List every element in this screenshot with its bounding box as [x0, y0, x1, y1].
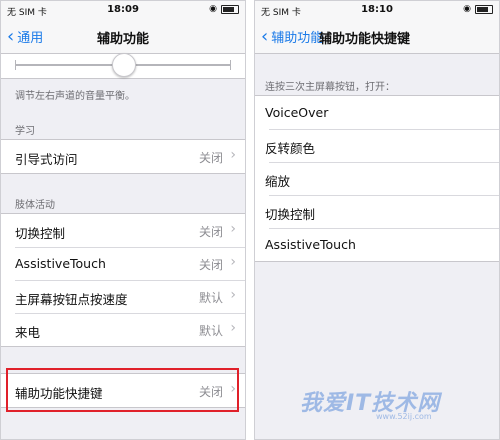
row-label: AssistiveTouch — [15, 256, 106, 271]
option-label: VoiceOver — [265, 105, 329, 120]
shortcut-options-list: VoiceOver 反转颜色 缩放 切换控制 AssistiveTouch — [255, 95, 499, 262]
navigation-bar: ‹ 辅助功能 辅助功能快捷键 — [255, 19, 499, 54]
row-label: 引导式访问 — [15, 152, 78, 167]
accessibility-shortcut-row[interactable]: 辅助功能快捷键 关闭 › — [1, 374, 245, 407]
shortcut-options-header: 连按三次主屏幕按钮，打开： — [265, 82, 395, 93]
status-bar: 无 SIM 卡 18:10 ◉ — [255, 1, 499, 19]
chevron-right-icon: › — [230, 381, 236, 397]
battery-icon — [221, 4, 239, 14]
incoming-call-row[interactable]: 来电 默认 › — [1, 313, 245, 346]
status-bar: 无 SIM 卡 18:09 ◉ — [1, 1, 245, 19]
chevron-right-icon: › — [230, 287, 236, 303]
guided-access-row[interactable]: 引导式访问 关闭 › — [1, 140, 245, 173]
shortcut-group: 辅助功能快捷键 关闭 › — [1, 373, 245, 408]
page-title: 辅助功能快捷键 — [319, 32, 411, 47]
row-label: 来电 — [15, 325, 41, 340]
balance-slider[interactable] — [1, 53, 245, 79]
back-label: 辅助功能 — [271, 31, 324, 46]
lock-rotation-icon: ◉ — [463, 4, 471, 14]
right-screen: 无 SIM 卡 18:10 ◉ ‹ 辅助功能 辅助功能快捷键 连按三次主屏幕按钮… — [254, 0, 500, 440]
row-value: 关闭 — [198, 151, 223, 165]
option-switch-control[interactable]: 切换控制 — [255, 195, 499, 228]
slider-left-tick — [15, 60, 16, 70]
option-zoom[interactable]: 缩放 — [255, 162, 499, 195]
interaction-group: 切换控制 关闭 › AssistiveTouch 关闭 › 主屏幕按钮点按速度 … — [1, 213, 245, 347]
back-button[interactable]: ‹ 辅助功能 — [261, 26, 324, 47]
section-header-interaction: 肢体活动 — [15, 200, 55, 211]
chevron-left-icon: ‹ — [261, 26, 269, 47]
chevron-right-icon: › — [230, 221, 236, 237]
option-invert-colors[interactable]: 反转颜色 — [255, 129, 499, 162]
row-label: 辅助功能快捷键 — [15, 386, 103, 401]
chevron-right-icon: › — [230, 254, 236, 270]
switch-control-row[interactable]: 切换控制 关闭 › — [1, 214, 245, 247]
option-label: AssistiveTouch — [265, 237, 356, 252]
row-value: 默认 — [198, 324, 223, 338]
row-value: 默认 — [198, 291, 223, 305]
row-value: 关闭 — [198, 385, 223, 399]
row-label: 切换控制 — [15, 226, 66, 241]
option-assistivetouch[interactable]: AssistiveTouch — [255, 228, 499, 261]
page-title: 辅助功能 — [96, 32, 149, 47]
home-click-speed-row[interactable]: 主屏幕按钮点按速度 默认 › — [1, 280, 245, 313]
option-label: 切换控制 — [265, 207, 316, 222]
slider-right-tick — [230, 60, 231, 70]
row-label: 主屏幕按钮点按速度 — [15, 292, 128, 307]
option-label: 缩放 — [265, 174, 291, 189]
status-icons: ◉ — [463, 4, 493, 14]
slider-knob[interactable] — [112, 53, 136, 77]
chevron-right-icon: › — [230, 320, 236, 336]
status-icons: ◉ — [209, 4, 239, 14]
balance-footer: 调节左右声道的音量平衡。 — [15, 91, 135, 102]
left-screen: 无 SIM 卡 18:09 ◉ ‹ 通用 辅助功能 调节左右声道的音量平衡。 学… — [0, 0, 246, 440]
watermark-url: www.52ij.com — [376, 412, 432, 421]
option-voiceover[interactable]: VoiceOver — [255, 96, 499, 129]
option-label: 反转颜色 — [265, 141, 316, 156]
row-value: 关闭 — [198, 225, 223, 239]
section-header-learning: 学习 — [15, 126, 35, 137]
learning-group: 引导式访问 关闭 › — [1, 139, 245, 174]
row-value: 关闭 — [198, 258, 223, 272]
chevron-right-icon: › — [230, 147, 236, 163]
lock-rotation-icon: ◉ — [209, 4, 217, 14]
battery-icon — [475, 4, 493, 14]
assistivetouch-row[interactable]: AssistiveTouch 关闭 › — [1, 247, 245, 280]
navigation-bar: ‹ 通用 辅助功能 — [1, 19, 245, 54]
